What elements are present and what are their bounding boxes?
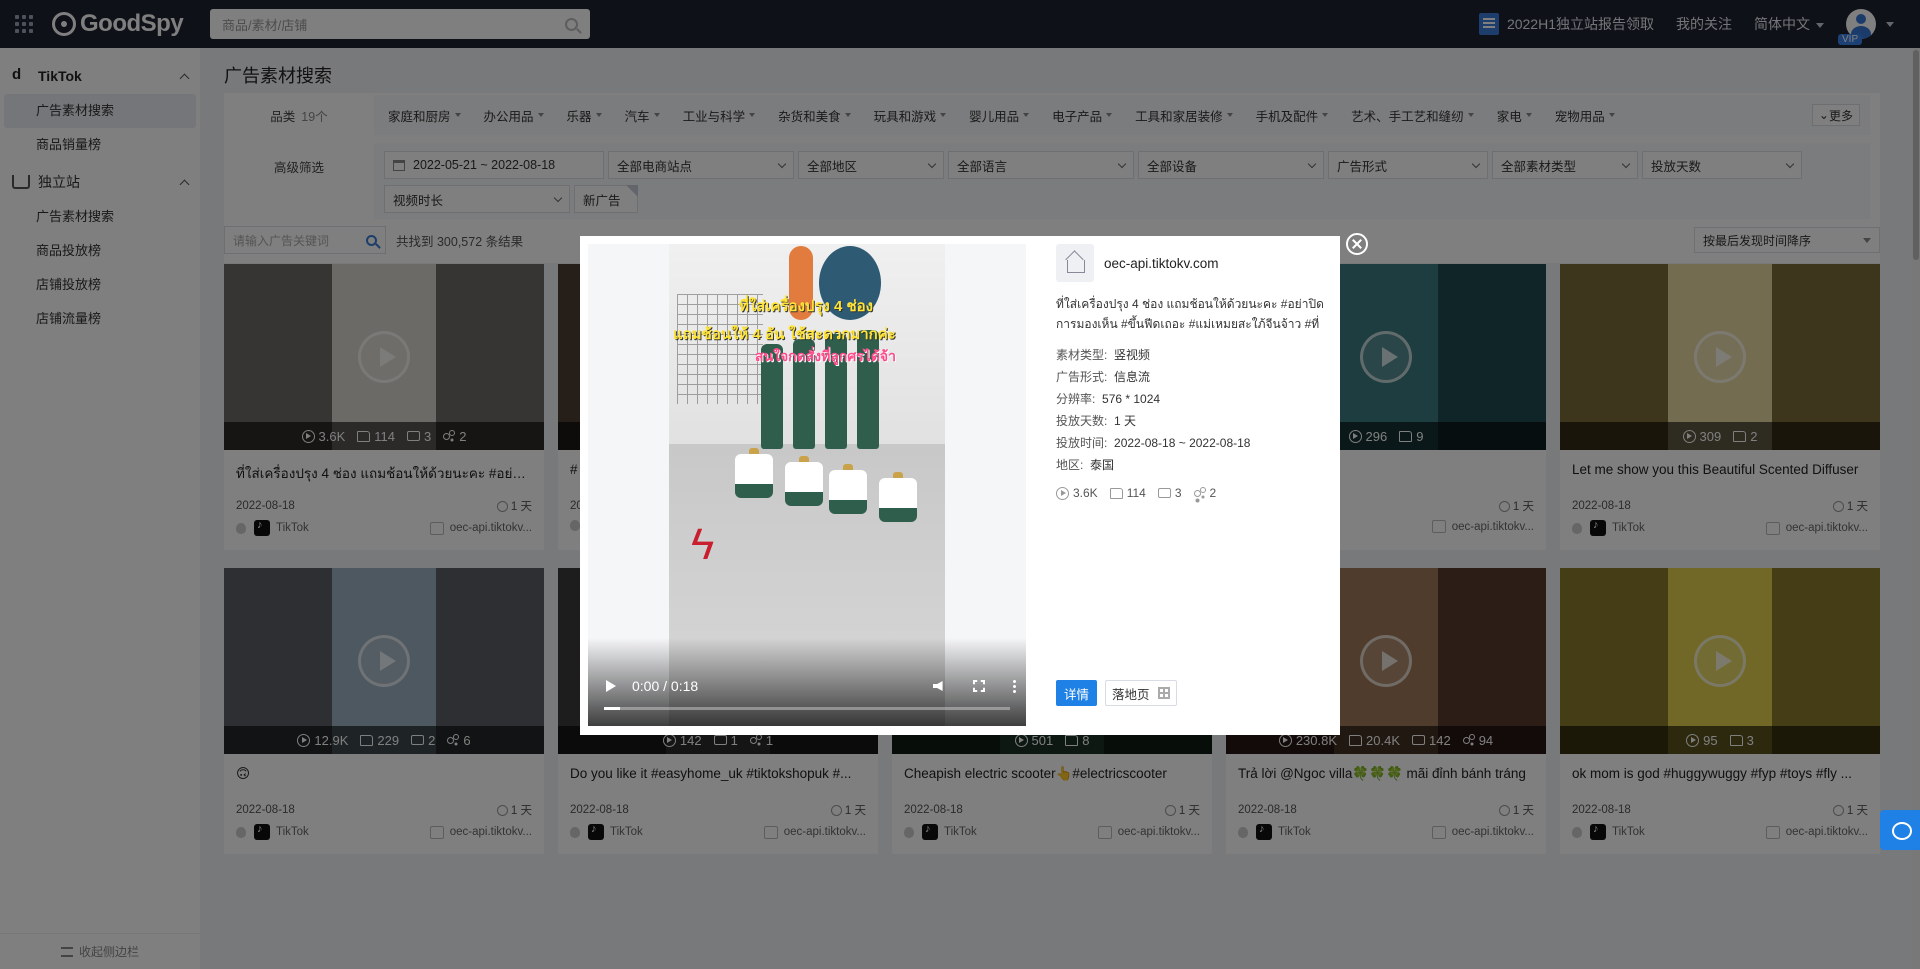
video-jar <box>879 472 917 522</box>
shares-count: 2 <box>1209 486 1217 500</box>
comment-icon <box>1157 488 1171 498</box>
video-caption-line2: แถมช้อนให้ 4 อัน ใช้สะดวกมากค่ะ <box>673 326 896 343</box>
ad-meta-value: 1 天 <box>1114 414 1137 428</box>
ad-meta-row: 地区: 泰国 <box>1056 454 1326 476</box>
ad-meta-key: 广告形式: <box>1056 370 1108 384</box>
ad-meta-row: 素材类型: 竖视频 <box>1056 344 1326 366</box>
ad-meta-row: 投放天数: 1 天 <box>1056 410 1326 432</box>
modal-actions: 详情 落地页 <box>1056 680 1177 706</box>
ad-stats: 3.6K 114 3 2 <box>1056 486 1326 500</box>
views-stat: 3.6K <box>1056 486 1098 500</box>
ad-meta-row: 投放时间: 2022-08-18 ~ 2022-08-18 <box>1056 432 1326 454</box>
ad-meta-key: 素材类型: <box>1056 348 1108 362</box>
landing-page-label: 落地页 <box>1112 687 1150 702</box>
chat-support-icon[interactable] <box>1880 810 1920 850</box>
ad-description: ที่ใส่เครื่องปรุง 4 ช่อง แถมช้อนให้ด้วยน… <box>1056 297 1324 331</box>
video-controls: 0:00 / 0:18 <box>588 638 1026 726</box>
play-icon[interactable] <box>606 680 616 692</box>
ad-info-panel: oec-api.tiktokv.com ที่ใส่เครื่องปรุง 4 … <box>1056 244 1326 500</box>
ad-meta-value: 576 * 1024 <box>1102 392 1161 406</box>
shares-stat: 2 <box>1193 486 1217 500</box>
qr-code-icon <box>1157 687 1170 699</box>
lightning-icon: ϟ <box>691 520 715 569</box>
comments-stat: 3 <box>1157 486 1182 500</box>
ad-source-domain[interactable]: oec-api.tiktokv.com <box>1104 256 1219 271</box>
detail-button[interactable]: 详情 <box>1056 680 1098 706</box>
ad-meta-key: 地区: <box>1056 458 1084 472</box>
volume-icon[interactable] <box>933 681 943 691</box>
ad-meta-value: 泰国 <box>1090 458 1115 472</box>
more-options-icon[interactable] <box>1013 684 1016 688</box>
ad-meta-row: 广告形式: 信息流 <box>1056 366 1326 388</box>
ad-meta-value: 竖视频 <box>1114 348 1151 362</box>
views-count: 3.6K <box>1073 486 1098 500</box>
ad-detail-modal: ที่ใส่เครื่องปรุง 4 ช่อง แถมช้อนให้ 4 อั… <box>580 236 1340 735</box>
ad-meta-value: 2022-08-18 ~ 2022-08-18 <box>1114 436 1251 450</box>
views-icon <box>1056 486 1069 500</box>
video-player[interactable]: ที่ใส่เครื่องปรุง 4 ช่อง แถมช้อนให้ 4 อั… <box>588 244 1026 726</box>
ad-meta-key: 分辨率: <box>1056 392 1096 406</box>
ad-meta-value: 信息流 <box>1114 370 1151 384</box>
landing-page-button[interactable]: 落地页 <box>1105 680 1177 706</box>
video-caption-line3: สนใจกดสั่งที่ลูกศรได้จ้า <box>755 348 896 364</box>
video-progress-bar[interactable] <box>604 707 1010 710</box>
ad-meta-key: 投放天数: <box>1056 414 1108 428</box>
video-jar <box>829 464 867 514</box>
fullscreen-icon[interactable] <box>973 680 985 692</box>
ad-meta-row: 分辨率: 576 * 1024 <box>1056 388 1326 410</box>
video-progress-fill <box>604 707 621 710</box>
likes-count: 114 <box>1126 486 1146 500</box>
ad-meta-key: 投放时间: <box>1056 436 1108 450</box>
video-jar <box>785 456 823 506</box>
video-time: 0:00 / 0:18 <box>632 678 699 694</box>
ad-meta-list: 素材类型: 竖视频 广告形式: 信息流 分辨率: 576 * 1024 投放天数: 1… <box>1056 344 1326 476</box>
share-icon <box>1193 487 1206 499</box>
ad-source: oec-api.tiktokv.com <box>1056 244 1326 282</box>
comments-count: 3 <box>1174 486 1182 500</box>
likes-stat: 114 <box>1109 486 1146 500</box>
thumbs-up-icon <box>1109 487 1123 499</box>
close-icon[interactable] <box>1346 233 1368 255</box>
video-caption-line1: ที่ใส่เครื่องปรุง 4 ช่อง <box>739 298 874 315</box>
home-icon <box>1056 244 1094 282</box>
video-jar <box>735 448 773 498</box>
